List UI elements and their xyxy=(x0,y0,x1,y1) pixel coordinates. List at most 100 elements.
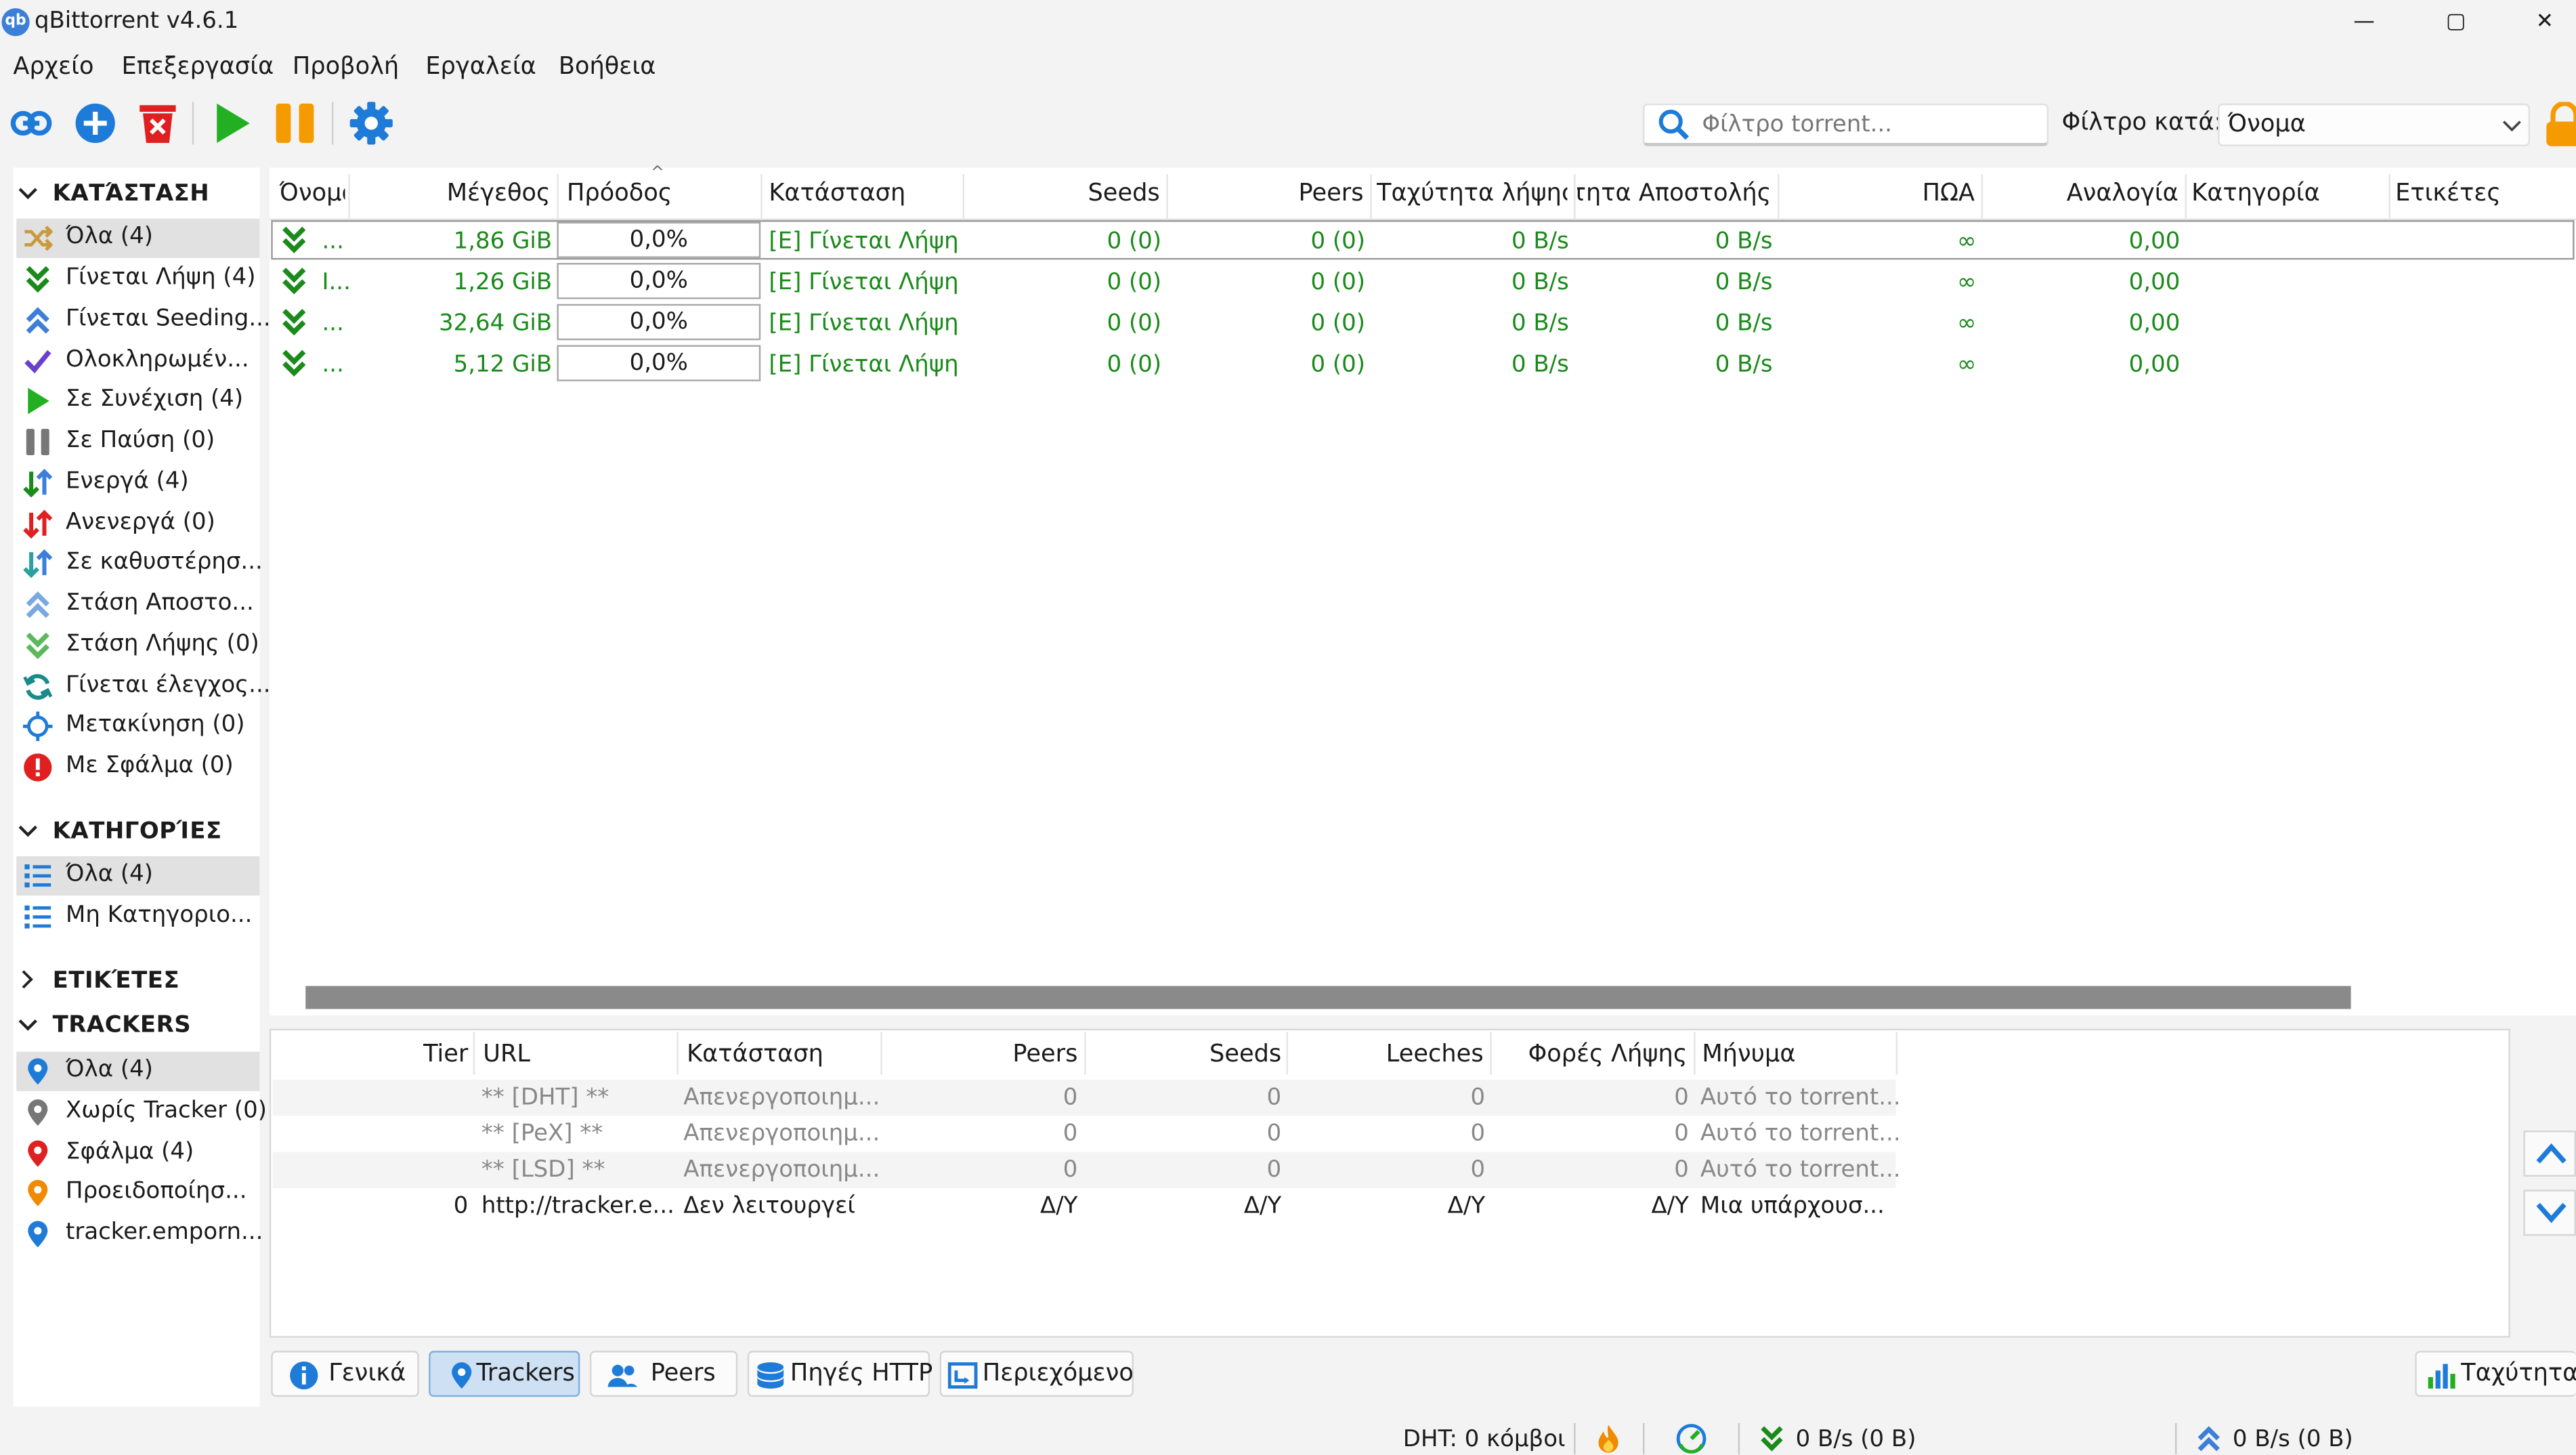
column-upload-speed[interactable]: ητητα Αποστολής xyxy=(1577,181,1771,207)
status-filter-moving[interactable]: Μετακίνηση (0) xyxy=(16,707,259,746)
status-filter-inactive[interactable]: Ανενεργά (0) xyxy=(16,505,259,544)
status-filter-stalled-uploading[interactable]: Στάση Αποστο... xyxy=(16,585,259,625)
status-filter-errored[interactable]: Με Σφάλμα (0) xyxy=(16,748,259,787)
column-tags[interactable]: Ετικέτες xyxy=(2395,181,2501,207)
status-filter-stalled[interactable]: Σε καθυστέρησ... xyxy=(16,544,263,583)
status-bar xyxy=(0,1413,2576,1454)
tracker-leeches: 0 xyxy=(1470,1084,1486,1111)
trackers-section-title[interactable]: TRACKERS xyxy=(53,1012,192,1038)
tracker-column-downloaded[interactable]: Φορές Λήψης xyxy=(1497,1042,1688,1068)
tags-section-title[interactable]: ΕΤΙΚΈΤΕΣ xyxy=(53,968,180,994)
status-filter-resumed[interactable]: Σε Συνέχιση (4) xyxy=(16,381,259,421)
upload-speed-status[interactable]: 0 B/s (0 B) xyxy=(2233,1427,2353,1453)
close-button[interactable]: ✕ xyxy=(2514,0,2576,46)
tab-peers[interactable]: Peers xyxy=(589,1351,738,1397)
speed-button[interactable]: Ταχύτητα xyxy=(2415,1351,2576,1397)
delete-torrent-button[interactable] xyxy=(133,99,183,148)
resume-button[interactable] xyxy=(207,99,257,148)
torrent-upload-speed: 0 B/s xyxy=(1715,228,1773,255)
tracker-filter-all[interactable]: Όλα (4) xyxy=(16,1051,260,1091)
tracker-column-status[interactable]: Κατάσταση xyxy=(687,1042,823,1068)
torrent-progress: 0,0% xyxy=(557,263,761,299)
status-filter-label: Με Σφάλμα (0) xyxy=(66,753,234,779)
tracker-column-peers[interactable]: Peers xyxy=(887,1042,1077,1068)
download-icon xyxy=(282,226,306,253)
tab-general[interactable]: Γενικά xyxy=(271,1351,419,1397)
column-ratio[interactable]: Αναλογία xyxy=(1988,181,2178,207)
tracker-filter-host[interactable]: tracker.emporn... xyxy=(16,1215,263,1254)
tracker-filter-error[interactable]: Σφάλμα (4) xyxy=(16,1134,259,1173)
column-name[interactable]: Όνομα xyxy=(279,181,345,207)
column-status[interactable]: Κατάσταση xyxy=(769,181,905,207)
column-eta[interactable]: ΠΩΑ xyxy=(1784,181,1975,207)
menu-edit[interactable]: Επεξεργασία xyxy=(122,54,274,81)
status-filter-paused[interactable]: Σε Παύση (0) xyxy=(16,422,259,461)
users-icon xyxy=(607,1364,638,1387)
column-size[interactable]: Μέγεθος xyxy=(362,181,551,207)
minimize-button[interactable]: — xyxy=(2326,0,2402,46)
chevron-down-icon[interactable] xyxy=(18,822,38,841)
chevron-right-icon[interactable] xyxy=(18,969,38,989)
tracker-message: Αυτό το torrent... xyxy=(1700,1156,1901,1183)
options-button[interactable] xyxy=(347,99,396,148)
column-category[interactable]: Κατηγορία xyxy=(2191,181,2319,207)
tracker-column-tier[interactable]: Tier xyxy=(345,1042,468,1068)
add-link-button[interactable] xyxy=(7,99,56,148)
speed-button-label: Ταχύτητα xyxy=(2461,1360,2576,1387)
tracker-move-up-button[interactable] xyxy=(2523,1131,2576,1177)
torrent-status: [Ε] Γίνεται Λήψη xyxy=(769,228,959,255)
column-progress[interactable]: Πρόοδος xyxy=(567,181,672,207)
pause-button[interactable] xyxy=(271,99,320,148)
tab-http-sources[interactable]: Πηγές HTTP xyxy=(747,1351,932,1397)
status-filter-all[interactable]: Όλα (4) xyxy=(16,218,260,258)
tracker-url: ** [DHT] ** xyxy=(481,1084,609,1111)
tracker-filter-warning[interactable]: Προειδοποίησ... xyxy=(16,1173,259,1212)
lock-button[interactable] xyxy=(2543,102,2576,148)
tracker-move-down-button[interactable] xyxy=(2523,1189,2576,1236)
list-icon xyxy=(24,905,51,929)
status-filter-checking[interactable]: Γίνεται έλεγχος... xyxy=(16,667,271,707)
menu-help[interactable]: Βοήθεια xyxy=(559,54,656,81)
torrent-size: 1,86 GiB xyxy=(453,228,553,255)
status-filter-stalled-downloading[interactable]: Στάση Λήψης (0) xyxy=(16,626,259,665)
torrent-status: [Ε] Γίνεται Λήψη xyxy=(769,352,959,378)
status-section-title[interactable]: ΚΑΤΆΣΤΑΣΗ xyxy=(53,181,210,207)
category-filter-all[interactable]: Όλα (4) xyxy=(16,856,260,896)
tracker-column-seeds[interactable]: Seeds xyxy=(1091,1042,1281,1068)
add-torrent-button[interactable] xyxy=(70,99,120,148)
status-filter-active[interactable]: Ενεργά (4) xyxy=(16,463,259,503)
download-speed-status[interactable]: 0 B/s (0 B) xyxy=(1796,1427,1916,1453)
menu-tools[interactable]: Εργαλεία xyxy=(425,54,536,81)
torrent-size: 1,26 GiB xyxy=(453,269,553,296)
torrent-progress: 0,0% xyxy=(557,345,761,381)
tracker-filter-trackerless[interactable]: Χωρίς Tracker (0) xyxy=(16,1093,267,1132)
tab-content[interactable]: Περιεχόμενο xyxy=(939,1351,1134,1397)
chevron-down-icon[interactable] xyxy=(18,184,38,204)
status-filter-completed[interactable]: Ολοκληρωμέν... xyxy=(16,342,259,381)
tracker-column-leeches[interactable]: Leeches xyxy=(1293,1042,1484,1068)
column-peers[interactable]: Peers xyxy=(1173,181,1364,207)
status-filter-label: Γίνεται Λήψη (4) xyxy=(66,264,256,291)
speed-limit-icon[interactable] xyxy=(1676,1423,1707,1454)
column-download-speed[interactable]: Ταχύτητα λήψης xyxy=(1377,181,1567,207)
menu-file[interactable]: Αρχείο xyxy=(13,54,93,81)
maximize-button[interactable]: ▢ xyxy=(2418,0,2494,46)
chevron-down-icon[interactable] xyxy=(18,1015,38,1035)
flame-icon[interactable] xyxy=(1593,1423,1623,1454)
column-seeds[interactable]: Seeds xyxy=(969,181,1159,207)
tracker-status: Απενεργοποιημ... xyxy=(683,1084,880,1111)
torrent-filter-input[interactable]: Φίλτρο torrent... xyxy=(1643,103,2049,146)
status-filter-downloading[interactable]: Γίνεται Λήψη (4) xyxy=(16,259,259,299)
bar-chart-icon xyxy=(2428,1364,2455,1389)
tracker-column-message[interactable]: Μήνυμα xyxy=(1702,1042,1795,1068)
menu-view[interactable]: Προβολή xyxy=(293,54,399,81)
categories-section-title[interactable]: ΚΑΤΗΓΟΡΊΕΣ xyxy=(53,818,222,845)
database-icon xyxy=(757,1362,784,1389)
tracker-column-url[interactable]: URL xyxy=(483,1042,530,1068)
category-filter-uncategorized[interactable]: Μη Κατηγοριο... xyxy=(16,898,259,937)
horizontal-scrollbar[interactable] xyxy=(305,986,2351,1009)
tab-trackers[interactable]: Trackers xyxy=(429,1351,580,1397)
tab-label: Γενικά xyxy=(328,1360,406,1387)
filter-by-select[interactable]: Όνομα xyxy=(2218,103,2531,146)
status-filter-seeding[interactable]: Γίνεται Seeding... xyxy=(16,301,271,340)
